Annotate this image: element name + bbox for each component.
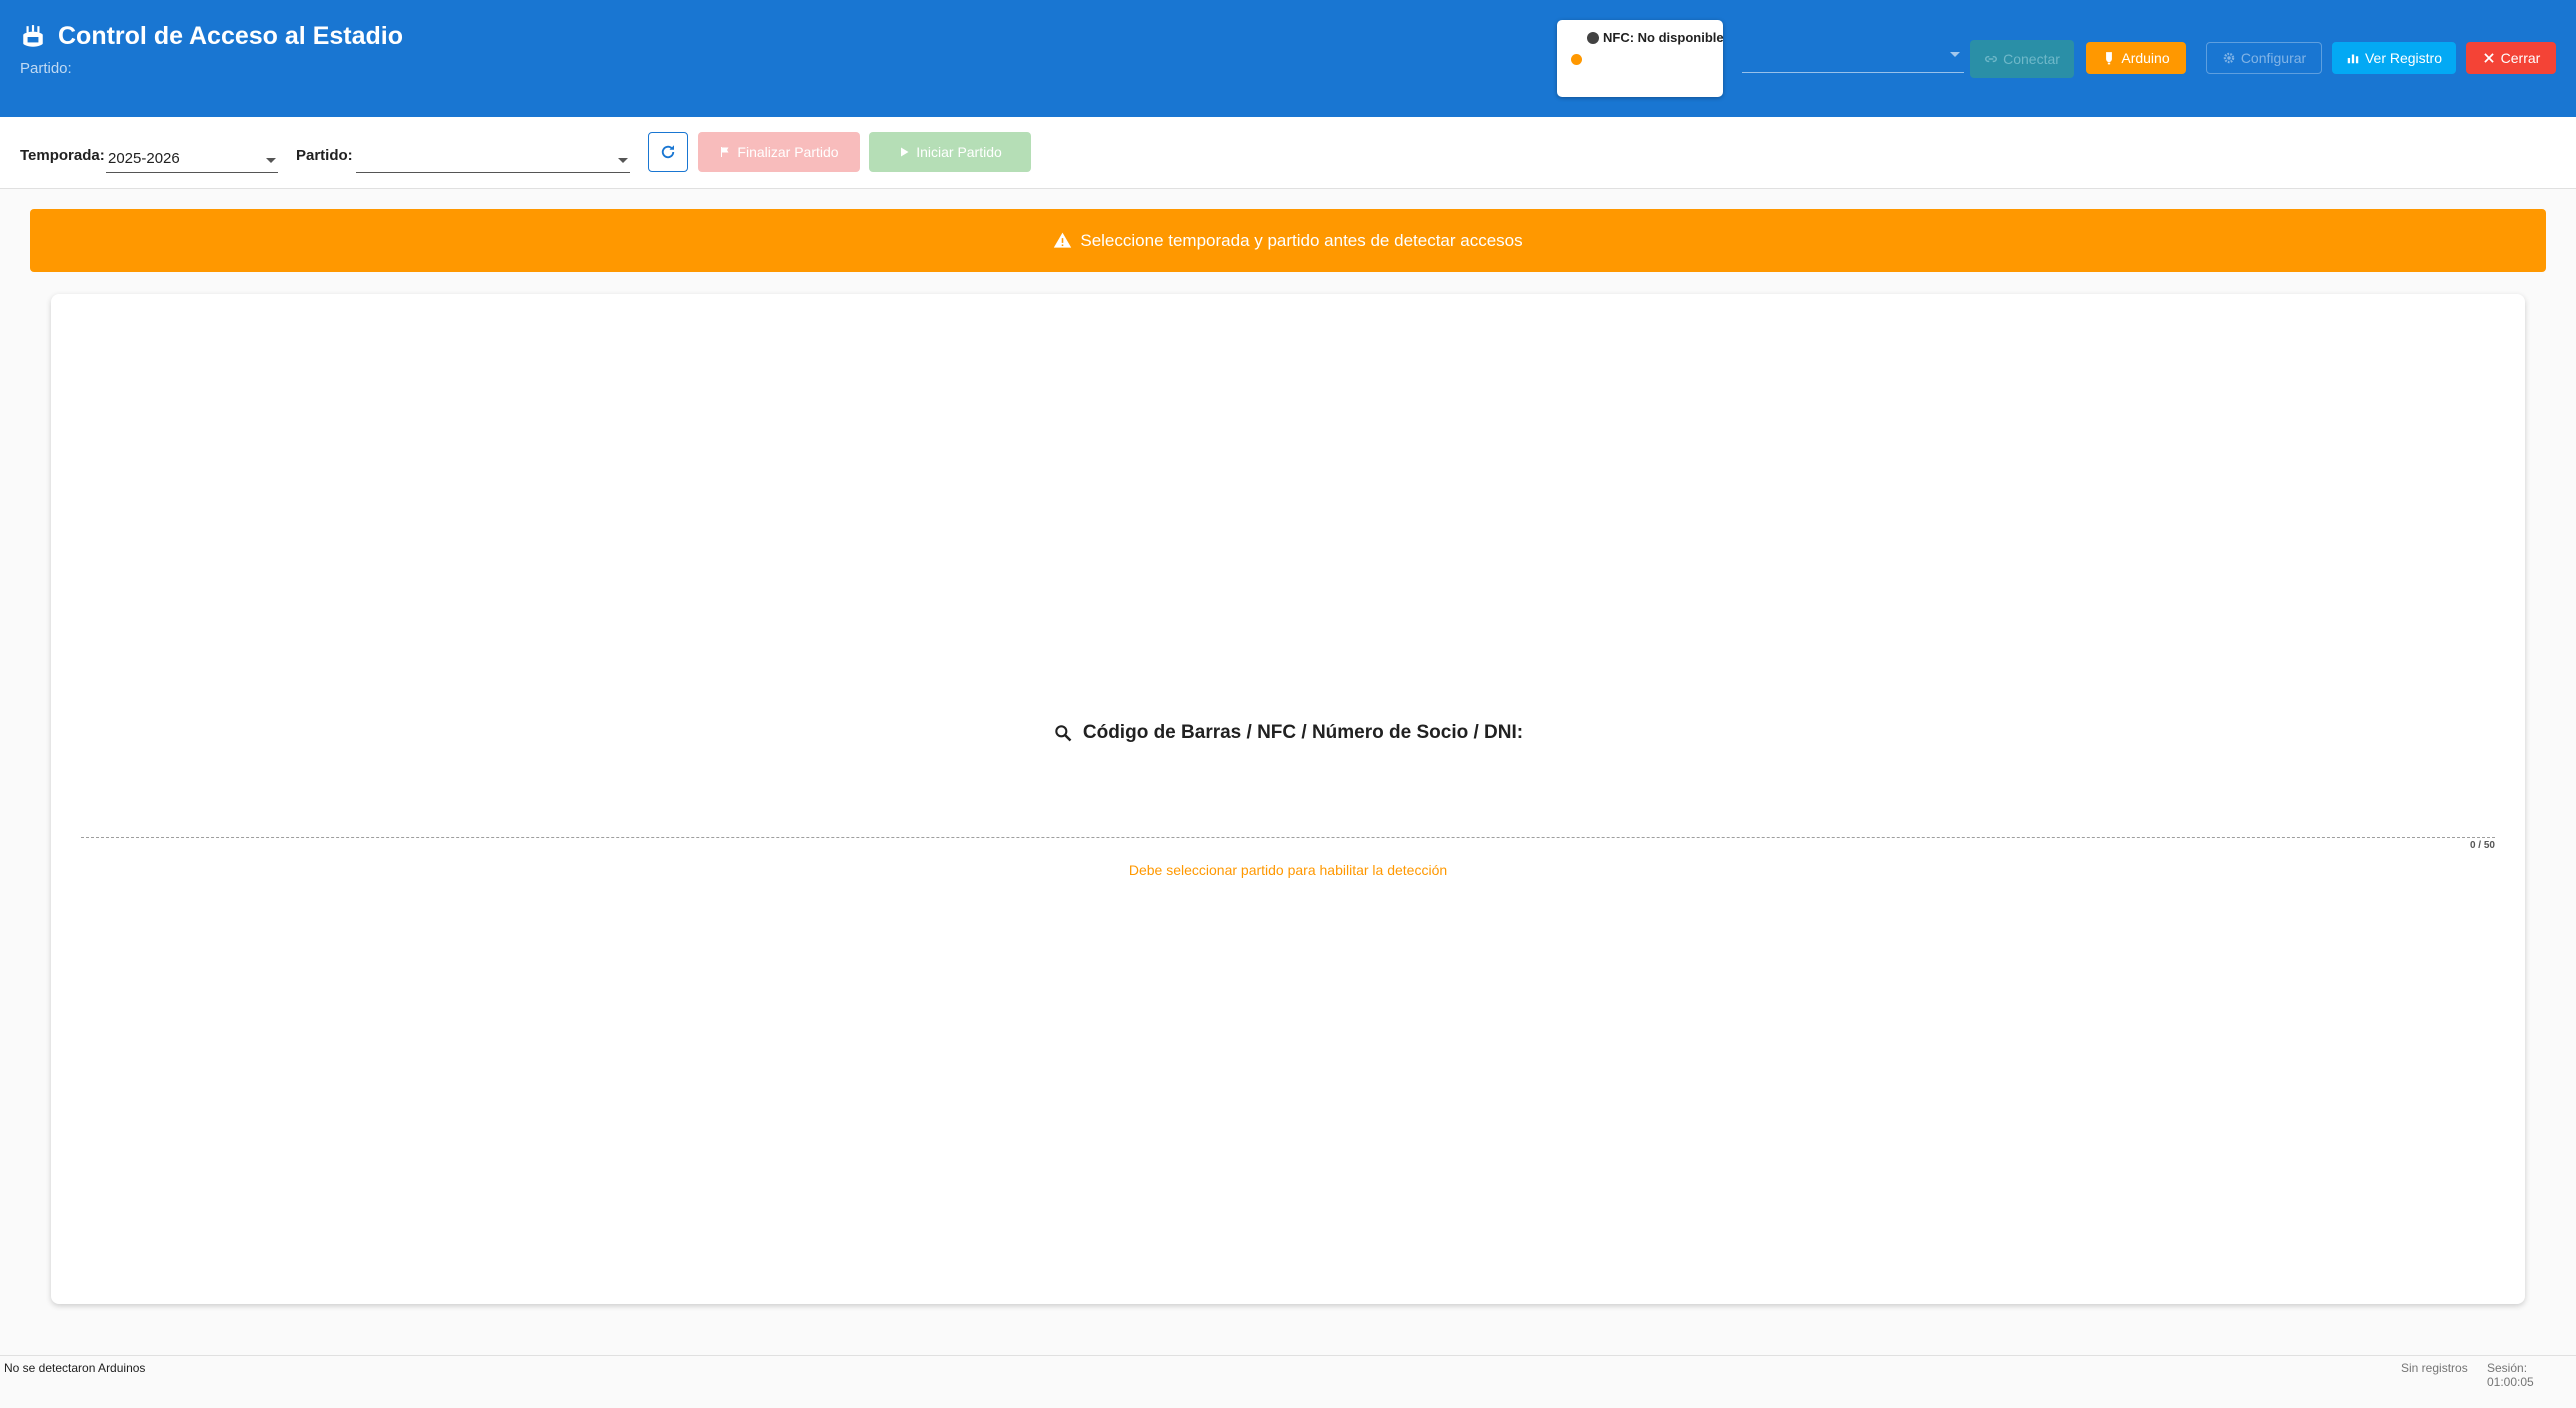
configurar-button[interactable]: Configurar — [2206, 42, 2322, 74]
iniciar-label: Iniciar Partido — [916, 144, 1002, 160]
close-icon — [2483, 53, 2494, 63]
ver-registro-button[interactable]: Ver Registro — [2332, 42, 2456, 74]
nfc-indicator-icon — [1587, 31, 1599, 44]
link-icon — [1985, 55, 1998, 63]
page-title: Control de Acceso al Estadio — [58, 22, 403, 50]
port-select[interactable] — [1742, 44, 1964, 73]
chevron-down-icon — [1950, 52, 1960, 57]
chevron-down-icon — [266, 158, 276, 163]
connection-status-dot — [1571, 54, 1582, 65]
arduino-label: Arduino — [2121, 50, 2170, 66]
status-bar: No se detectaron Arduinos Sin registros … — [0, 1355, 2576, 1389]
detection-card: Código de Barras / NFC / Número de Socio… — [51, 294, 2525, 1304]
finalizar-partido-button[interactable]: Finalizar Partido — [698, 132, 860, 172]
arduino-status-text: No se detectaron Arduinos — [4, 1361, 146, 1375]
records-status-text: Sin registros — [2401, 1361, 2468, 1375]
temporada-label: Temporada: — [20, 147, 105, 164]
temporada-select[interactable]: 2025-2026 — [106, 147, 278, 173]
nfc-status-row: NFC: No disponible — [1587, 30, 1724, 45]
title-wrap: Control de Acceso al Estadio — [20, 22, 403, 51]
ver-registro-label: Ver Registro — [2364, 50, 2443, 66]
search-label-text: Código de Barras / NFC / Número de Socio… — [1082, 722, 1524, 743]
temporada-value: 2025-2026 — [108, 150, 180, 167]
detection-hint: Debe seleccionar partido para habilitar … — [1128, 862, 1448, 878]
usb-icon — [2106, 52, 2113, 65]
configurar-label: Configurar — [2240, 50, 2307, 66]
iniciar-partido-button[interactable]: Iniciar Partido — [869, 132, 1031, 172]
stadium-icon — [23, 24, 43, 47]
conectar-label: Conectar — [2003, 51, 2060, 67]
bar-chart-icon — [2347, 54, 2359, 64]
page-subtitle: Partido: — [20, 60, 72, 77]
search-icon — [1055, 725, 1072, 742]
cerrar-label: Cerrar — [2500, 50, 2541, 66]
warning-text: Seleccione temporada y partido antes de … — [1080, 230, 1523, 250]
chevron-down-icon — [618, 158, 628, 163]
nfc-status-text: NFC: No disponible — [1603, 30, 1724, 45]
nfc-status-card: NFC: No disponible — [1557, 20, 1724, 97]
warning-banner: Seleccione temporada y partido antes de … — [30, 209, 2546, 272]
play-icon — [901, 147, 909, 157]
code-input[interactable] — [81, 814, 2495, 838]
warning-icon — [1054, 232, 1072, 248]
partido-select[interactable] — [356, 147, 630, 173]
partido-label: Partido: — [296, 147, 353, 164]
match-toolbar: Temporada: 2025-2026 Partido: Finalizar … — [0, 117, 2576, 189]
finalizar-label: Finalizar Partido — [737, 144, 839, 160]
search-label-row: Código de Barras / NFC / Número de Socio… — [51, 722, 2525, 744]
conectar-button[interactable]: Conectar — [1970, 40, 2074, 78]
character-counter: 0 / 50 — [2469, 840, 2495, 851]
session-timer: Sesión: 01:00:05 — [2487, 1361, 2534, 1389]
arduino-button[interactable]: Arduino — [2086, 42, 2186, 74]
refresh-icon — [661, 145, 675, 159]
gear-icon — [2223, 52, 2235, 64]
refresh-button[interactable] — [648, 132, 688, 172]
cerrar-button[interactable]: Cerrar — [2466, 42, 2556, 74]
app-header: Control de Acceso al Estadio Partido: NF… — [0, 0, 2576, 117]
flag-icon — [721, 147, 729, 157]
